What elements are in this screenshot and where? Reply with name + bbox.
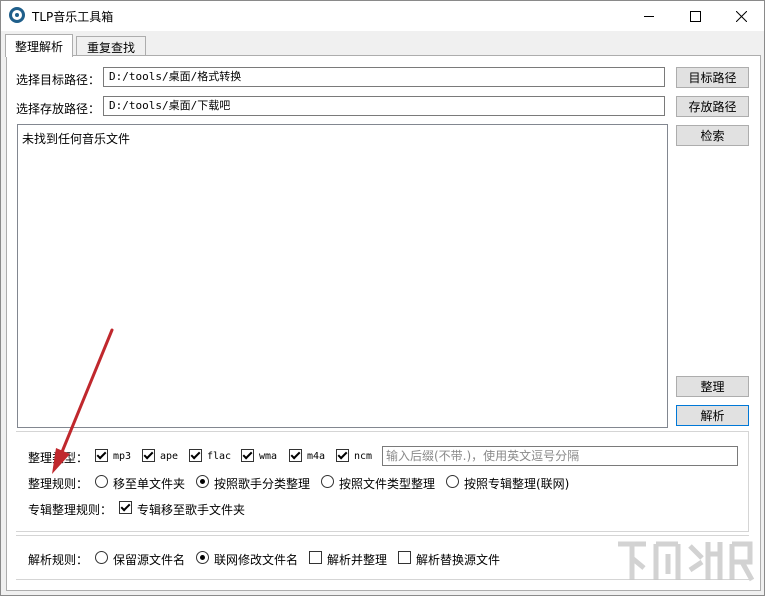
tab-organize-parse[interactable]: 整理解析	[5, 34, 73, 57]
annotation-arrow	[52, 328, 114, 474]
watermark-logo-icon	[618, 541, 755, 582]
